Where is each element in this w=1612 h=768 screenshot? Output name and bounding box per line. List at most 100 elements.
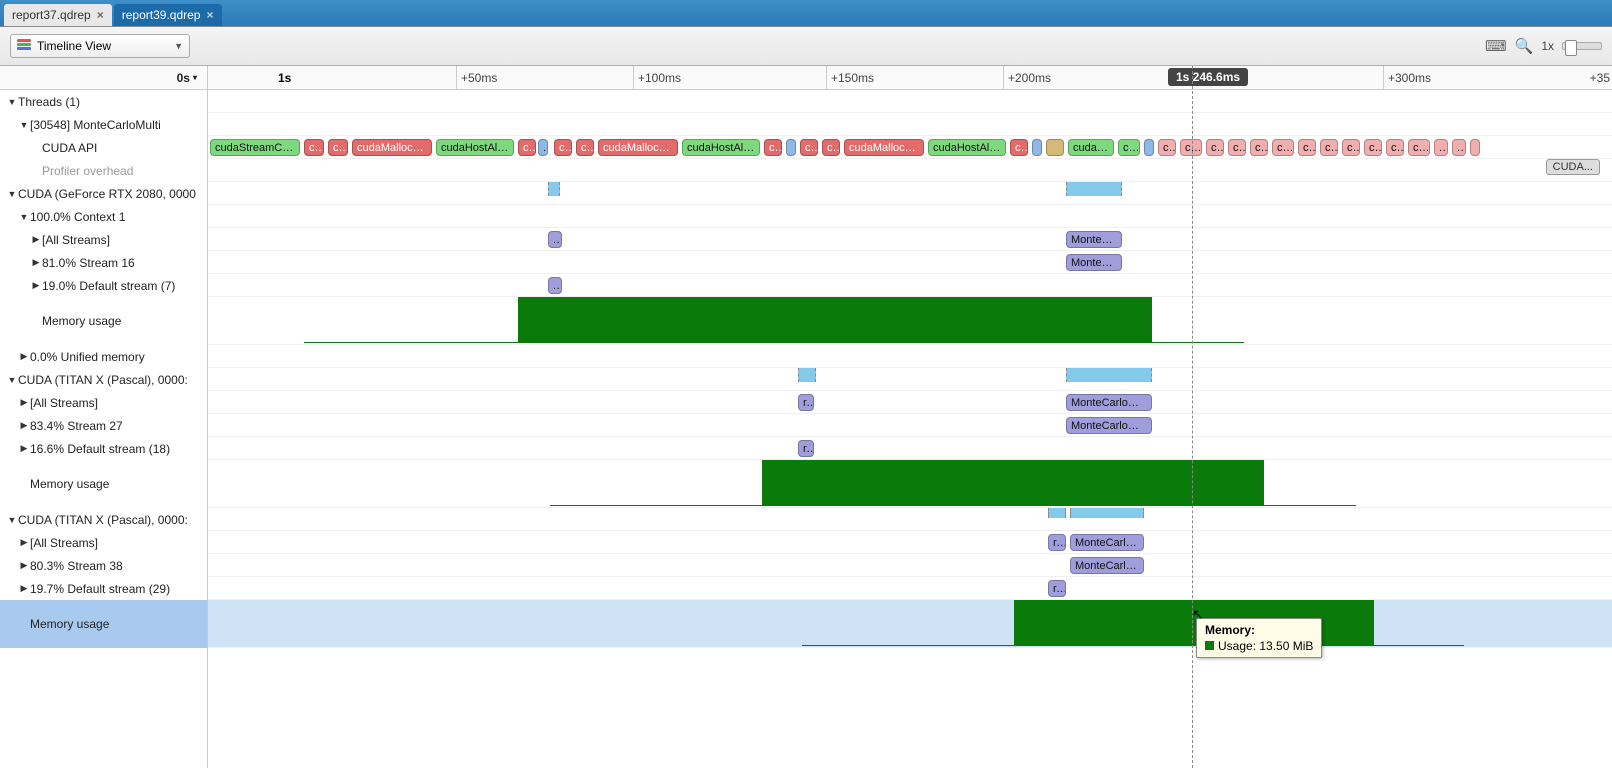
tree-row[interactable]: 81.0% Stream 16: [0, 251, 207, 274]
activity-band[interactable]: [1066, 368, 1152, 382]
timeline-row[interactable]: [208, 113, 1612, 136]
tree-row[interactable]: CUDA (GeForce RTX 2080, 0000: [0, 182, 207, 205]
activity-band[interactable]: [1070, 508, 1144, 518]
timeline-row[interactable]: CUDA...: [208, 159, 1612, 182]
timeline-event[interactable]: cu...: [1272, 139, 1294, 156]
timeline-event[interactable]: [786, 139, 796, 156]
timeline-row[interactable]: [208, 508, 1612, 531]
timeline-area[interactable]: 1s +50ms+100ms+150ms+200ms+300ms1s 246.6…: [208, 66, 1612, 768]
tree-row[interactable]: CUDA API: [0, 136, 207, 159]
timeline-event[interactable]: MonteC...: [1066, 231, 1122, 248]
activity-band[interactable]: [798, 368, 816, 382]
timeline-row[interactable]: [208, 90, 1612, 113]
timeline-event[interactable]: c...: [764, 139, 782, 156]
timeline-event[interactable]: c...: [1250, 139, 1268, 156]
tab[interactable]: report37.qdrep×: [4, 4, 112, 26]
timeline-event[interactable]: c...: [554, 139, 572, 156]
timeline-event[interactable]: ...: [1434, 139, 1448, 156]
caret-collapsed-icon[interactable]: [30, 280, 42, 291]
memory-block[interactable]: [1014, 600, 1374, 646]
timeline-row[interactable]: r... MonteCarloOn...: [208, 391, 1612, 414]
time-anchor[interactable]: 0s ▾: [0, 66, 207, 90]
tree-row[interactable]: Profiler overhead: [0, 159, 207, 182]
tree-row[interactable]: Memory usage: [0, 297, 207, 345]
timeline-event[interactable]: r...: [798, 394, 814, 411]
tree-row[interactable]: [All Streams]: [0, 531, 207, 554]
timeline-event[interactable]: r...: [798, 440, 814, 457]
overhead-pill[interactable]: CUDA...: [1546, 159, 1600, 175]
tree-row[interactable]: [30548] MonteCarloMulti: [0, 113, 207, 136]
caret-collapsed-icon[interactable]: [18, 560, 30, 571]
timeline-event[interactable]: r...: [1048, 534, 1066, 551]
timeline-row[interactable]: r...MonteCarlo...: [208, 531, 1612, 554]
timeline-row[interactable]: [208, 600, 1612, 648]
timeline-row[interactable]: MonteCarlo...: [208, 554, 1612, 577]
caret-collapsed-icon[interactable]: [18, 420, 30, 431]
tree-row[interactable]: 100.0% Context 1: [0, 205, 207, 228]
timeline-event[interactable]: [1032, 139, 1042, 156]
tree-row[interactable]: [All Streams]: [0, 228, 207, 251]
tree-row[interactable]: CUDA (TITAN X (Pascal), 0000:: [0, 368, 207, 391]
timeline-row[interactable]: [208, 182, 1612, 205]
activity-band[interactable]: [548, 182, 560, 196]
timeline-event[interactable]: cu...: [1118, 139, 1140, 156]
tree-row[interactable]: Memory usage: [0, 460, 207, 508]
timeline-event[interactable]: c...: [304, 139, 324, 156]
time-ruler[interactable]: 1s +50ms+100ms+150ms+200ms+300ms1s 246.6…: [208, 66, 1612, 90]
caret-collapsed-icon[interactable]: [18, 351, 30, 362]
timeline-row[interactable]: MonteCarloOn...: [208, 414, 1612, 437]
timeline-event[interactable]: MonteC...: [1066, 254, 1122, 271]
caret-expanded-icon[interactable]: [18, 120, 30, 130]
tree-row[interactable]: Threads (1): [0, 90, 207, 113]
timeline-row[interactable]: r...: [208, 437, 1612, 460]
keyboard-icon[interactable]: ⌨: [1485, 37, 1507, 55]
caret-collapsed-icon[interactable]: [30, 234, 42, 245]
tab[interactable]: report39.qdrep×: [114, 4, 222, 26]
caret-expanded-icon[interactable]: [6, 375, 18, 385]
timeline-event[interactable]: c...: [1158, 139, 1176, 156]
caret-collapsed-icon[interactable]: [18, 537, 30, 548]
timeline-event[interactable]: cudaMallocHost: [352, 139, 432, 156]
tree-row[interactable]: CUDA (TITAN X (Pascal), 0000:: [0, 508, 207, 531]
timeline-row[interactable]: [208, 205, 1612, 228]
timeline-row[interactable]: ...MonteC...: [208, 228, 1612, 251]
timeline-event[interactable]: cudaEv...: [1068, 139, 1114, 156]
timeline-event[interactable]: MonteCarlo...: [1070, 557, 1144, 574]
timeline-event[interactable]: c...: [576, 139, 594, 156]
zoom-slider[interactable]: [1562, 42, 1602, 50]
timeline-event[interactable]: ...: [538, 139, 548, 156]
close-icon[interactable]: ×: [206, 8, 213, 22]
caret-collapsed-icon[interactable]: [18, 397, 30, 408]
close-icon[interactable]: ×: [97, 8, 104, 22]
timeline-event[interactable]: cudaHostAlloc: [682, 139, 760, 156]
timeline-row[interactable]: cudaStreamCreatec...c...cudaMallocHostcu…: [208, 136, 1612, 159]
timeline-event[interactable]: cudaMallocHost: [844, 139, 924, 156]
timeline-event[interactable]: cudaHostAlloc: [436, 139, 514, 156]
timeline-event[interactable]: cu...: [1408, 139, 1430, 156]
timeline-event[interactable]: c...: [1364, 139, 1382, 156]
timeline-event[interactable]: [1046, 139, 1064, 156]
memory-block[interactable]: [762, 460, 1264, 506]
timeline-event[interactable]: MonteCarloOn...: [1066, 394, 1152, 411]
timeline-event[interactable]: c...: [1298, 139, 1316, 156]
timeline-event[interactable]: cudaStreamCreate: [210, 139, 300, 156]
tree-row[interactable]: 83.4% Stream 27: [0, 414, 207, 437]
caret-expanded-icon[interactable]: [6, 189, 18, 199]
tree-row[interactable]: 16.6% Default stream (18): [0, 437, 207, 460]
timeline-event[interactable]: c...: [1010, 139, 1028, 156]
caret-expanded-icon[interactable]: [6, 515, 18, 525]
timeline-row[interactable]: ...: [208, 274, 1612, 297]
timeline-event[interactable]: r...: [1048, 580, 1066, 597]
caret-collapsed-icon[interactable]: [18, 443, 30, 454]
timeline-row[interactable]: [208, 368, 1612, 391]
timeline-event[interactable]: cudaMallocHost: [598, 139, 678, 156]
timeline-event[interactable]: c...: [800, 139, 818, 156]
timeline-row[interactable]: r...: [208, 577, 1612, 600]
magnifier-icon[interactable]: 🔍: [1515, 37, 1534, 55]
timeline-event[interactable]: c...: [328, 139, 348, 156]
tree-row[interactable]: 19.0% Default stream (7): [0, 274, 207, 297]
tree-row[interactable]: 0.0% Unified memory: [0, 345, 207, 368]
timeline-event[interactable]: MonteCarloOn...: [1066, 417, 1152, 434]
caret-expanded-icon[interactable]: [6, 97, 18, 107]
activity-band[interactable]: [1048, 508, 1066, 518]
